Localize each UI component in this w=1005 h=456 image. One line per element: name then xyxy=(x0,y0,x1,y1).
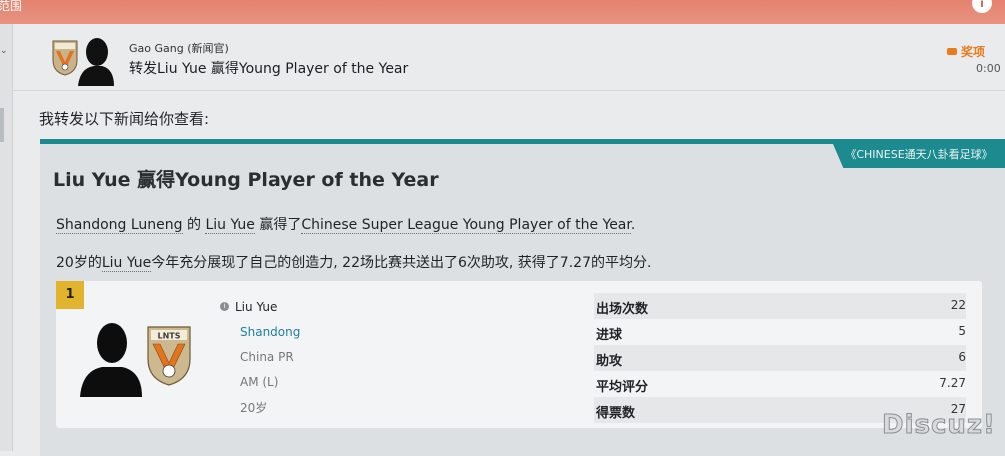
info-icon[interactable]: i xyxy=(220,302,229,311)
stat-value: 6 xyxy=(958,350,966,364)
stat-value: 7.27 xyxy=(939,376,966,390)
forward-intro: 我转发以下新闻给你查看: xyxy=(39,110,210,128)
chevron-down-icon[interactable]: ⌄ xyxy=(0,46,8,56)
stat-row: 进球 5 xyxy=(594,319,966,345)
player-club-link[interactable]: Shandong xyxy=(240,325,300,339)
news-article-card: 《CHINESE通天八卦看足球》 Liu Yue 赢得Young Player … xyxy=(40,139,1005,456)
award-tag-icon xyxy=(947,48,957,55)
stat-label: 出场次数 xyxy=(596,302,649,317)
stat-label: 平均评分 xyxy=(596,380,649,395)
club-crest-icon xyxy=(52,40,78,76)
sender-avatar-icon xyxy=(78,38,114,86)
info-icon[interactable]: i xyxy=(972,0,992,13)
sender-name: Gao Gang (新闻官) xyxy=(129,42,229,55)
player-link[interactable]: Liu Yue xyxy=(205,217,255,234)
stat-value: 5 xyxy=(958,324,966,338)
player-age: 20岁 xyxy=(240,401,268,415)
player-position: AM (L) xyxy=(240,375,279,389)
club-crest-icon: LNTS xyxy=(147,326,191,386)
award-tag-label: 奖项 xyxy=(961,45,986,59)
player-name[interactable]: i Liu Yue xyxy=(220,300,277,314)
stat-value: 22 xyxy=(950,298,966,312)
news-source-label[interactable]: 《CHINESE通天八卦看足球》 xyxy=(833,144,1005,168)
stat-label: 得票数 xyxy=(596,406,636,421)
message-header: Gao Gang (新闻官) 转发Liu Yue 赢得Young Player … xyxy=(12,24,1005,91)
svg-text:LNTS: LNTS xyxy=(157,332,180,341)
rank-badge: 1 xyxy=(56,281,84,309)
stat-label: 助攻 xyxy=(596,354,623,369)
title-bar: 范围 i xyxy=(0,0,1005,24)
stat-row: 助攻 6 xyxy=(594,345,966,371)
stat-row: 平均评分 7.27 xyxy=(594,371,966,397)
article-headline: Liu Yue 赢得Young Player of the Year xyxy=(53,169,439,191)
article-paragraph-2: 20岁的Liu Yue今年充分展现了自己的创造力, 22场比赛共送出了6次助攻,… xyxy=(56,255,652,272)
selected-item-indicator xyxy=(0,108,4,142)
player-nationality: China PR xyxy=(240,350,294,364)
message-subject: 转发Liu Yue 赢得Young Player of the Year xyxy=(129,61,409,77)
player-link-2[interactable]: Liu Yue xyxy=(101,255,152,272)
award-tag[interactable]: 奖项 xyxy=(947,43,985,60)
message-time: 0:00 xyxy=(976,62,1001,75)
award-link[interactable]: Chinese Super League Young Player of the… xyxy=(301,217,631,234)
club-link[interactable]: Shandong Luneng xyxy=(56,217,183,234)
article-paragraph-1: Shandong Luneng 的 Liu Yue 赢得了Chinese Sup… xyxy=(56,217,636,234)
player-silhouette-icon xyxy=(80,323,142,397)
player-stats-table: 出场次数 22 进球 5 助攻 6 平均评分 7.27 得票数 27 xyxy=(594,293,966,423)
player-award-box: 1 LNTS i Liu Yue Shandong China PR AM (L)… xyxy=(56,281,982,428)
window-title: 范围 xyxy=(0,0,23,13)
stat-row: 出场次数 22 xyxy=(594,293,966,319)
watermark: Discuz! xyxy=(882,410,996,441)
stat-label: 进球 xyxy=(596,328,623,343)
